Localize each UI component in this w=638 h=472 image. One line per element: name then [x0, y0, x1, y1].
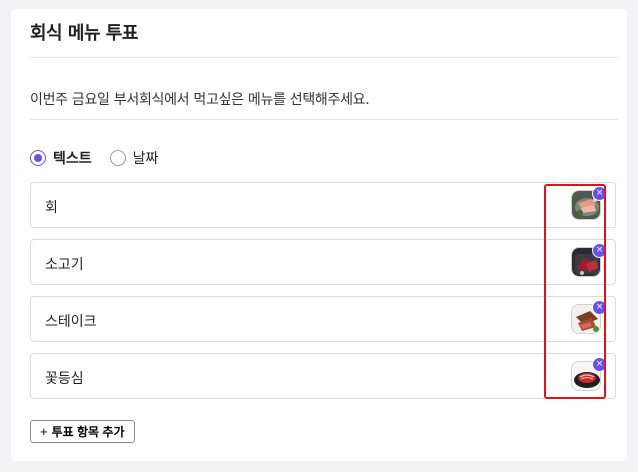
option-label: 꽃등심 — [45, 371, 84, 387]
poll-option[interactable]: 스테이크 × — [30, 296, 616, 342]
radio-date-label: 날짜 — [132, 151, 159, 167]
radio-date[interactable]: 날짜 — [109, 148, 159, 168]
option-label: 스테이크 — [45, 314, 97, 330]
plus-icon: + — [40, 424, 48, 439]
divider — [30, 119, 618, 120]
remove-image-icon[interactable]: × — [592, 243, 607, 258]
poll-description: 이번주 금요일 부서회식에서 먹고싶은 메뉴를 선택해주세요. — [30, 92, 370, 108]
add-option-label: 투표 항목 추가 — [51, 425, 125, 439]
poll-option[interactable]: 회 × — [30, 182, 616, 228]
radio-unchecked-icon[interactable] — [109, 150, 126, 166]
remove-image-icon[interactable]: × — [592, 300, 607, 315]
radio-text[interactable]: 텍스트 — [30, 148, 92, 168]
divider — [30, 57, 618, 58]
poll-option[interactable]: 소고기 × — [30, 239, 616, 285]
poll-card: 회식 메뉴 투표 이번주 금요일 부서회식에서 먹고싶은 메뉴를 선택해주세요.… — [11, 9, 627, 461]
remove-image-icon[interactable]: × — [592, 186, 607, 201]
radio-checked-icon[interactable] — [30, 150, 46, 166]
poll-option[interactable]: 꽃등심 × — [30, 353, 616, 399]
add-option-button[interactable]: + 투표 항목 추가 — [30, 420, 135, 443]
option-label: 소고기 — [45, 257, 84, 273]
page-title: 회식 메뉴 투표 — [30, 23, 138, 44]
remove-image-icon[interactable]: × — [592, 357, 607, 372]
option-label: 회 — [45, 200, 58, 216]
type-radio-group: 텍스트 날짜 — [30, 148, 176, 168]
radio-text-label: 텍스트 — [53, 151, 92, 167]
